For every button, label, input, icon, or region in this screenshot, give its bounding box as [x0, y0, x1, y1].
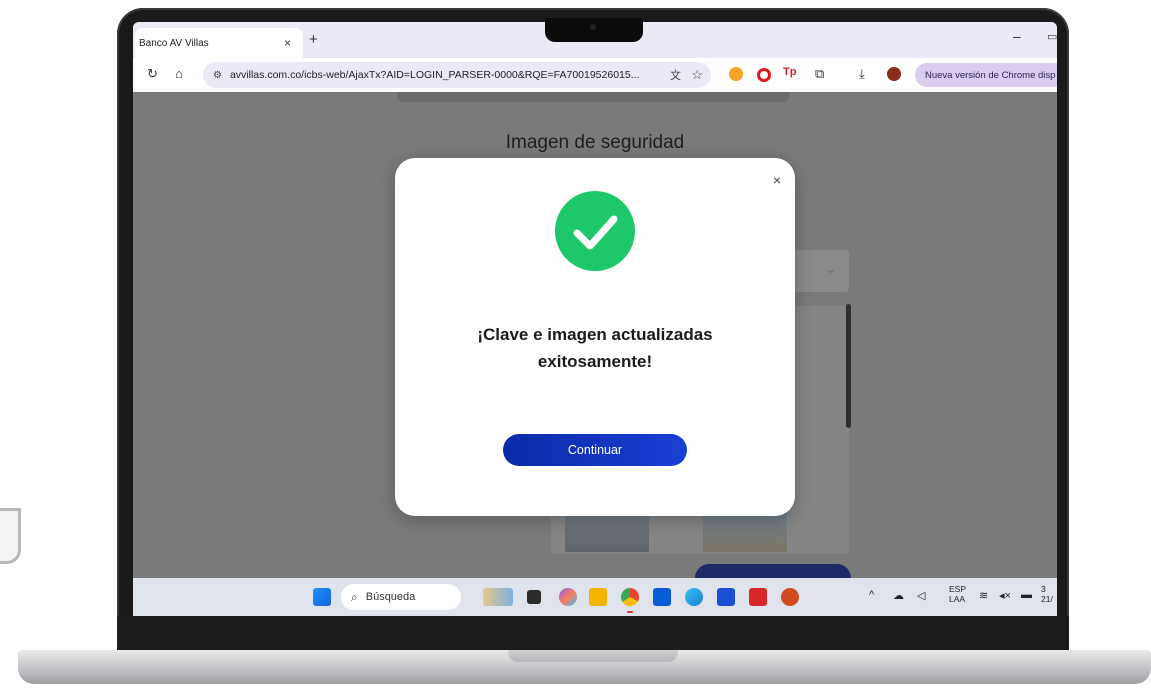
gallery-image-2	[703, 512, 787, 552]
copilot-icon[interactable]	[559, 588, 577, 606]
chevron-down-icon: ⌄	[825, 260, 837, 276]
pdf-icon[interactable]	[749, 588, 767, 606]
task-view-icon[interactable]	[527, 590, 541, 604]
browser-toolbar: ↻ ⌂ ⚙ avvillas.com.co/icbs-web/AjaxTx?AI…	[133, 58, 1057, 92]
clock-date: 21/	[1041, 594, 1053, 604]
gallery-image-1	[565, 514, 649, 552]
cloud-icon[interactable]: ☁	[893, 589, 904, 602]
language-indicator[interactable]: ESP LAA	[949, 584, 966, 604]
download-icon[interactable]: ⤓	[859, 66, 865, 82]
browser-tab[interactable]: Banco AV Villas ×	[135, 28, 303, 58]
powerpoint-icon[interactable]	[781, 588, 799, 606]
laptop-screen: Banco AV Villas × + – ▭ ↻ ⌂ ⚙ avvillas.c…	[133, 22, 1057, 616]
page-content: Imagen de seguridad ⌄ × ¡Clave e imagen …	[133, 92, 1057, 578]
bookmark-star-icon[interactable]: ☆	[691, 67, 703, 83]
home-icon[interactable]: ⌂	[175, 66, 183, 81]
extension-tp-icon[interactable]: Tp	[783, 66, 796, 78]
windows-taskbar: ⌕ Búsqueda ^ ☁ ◁ ESP LAA ≋ ◂× ▬ 3 21/	[133, 578, 1057, 616]
chrome-update-button[interactable]: Nueva versión de Chrome disp	[915, 63, 1057, 87]
laptop-edge-left	[0, 508, 21, 564]
clock[interactable]: 3 21/	[1041, 584, 1053, 604]
chevron-up-icon[interactable]: ^	[869, 589, 874, 601]
app-l-icon[interactable]	[717, 588, 735, 606]
window-minimize-button[interactable]: –	[1013, 28, 1021, 44]
page-top-banner	[397, 92, 789, 102]
clock-time: 3	[1041, 584, 1046, 594]
file-explorer-icon[interactable]	[589, 588, 607, 606]
success-modal: × ¡Clave e imagen actualizadas exitosame…	[395, 158, 795, 516]
extension-orange-icon[interactable]	[729, 67, 743, 81]
window-maximize-button[interactable]: ▭	[1047, 30, 1057, 43]
laptop-base-groove	[508, 650, 678, 662]
taskbar-search[interactable]: ⌕ Búsqueda	[341, 584, 461, 610]
store-icon[interactable]	[653, 588, 671, 606]
wifi-icon[interactable]: ≋	[979, 589, 988, 602]
new-tab-button[interactable]: +	[309, 31, 318, 48]
taskbar-search-label: Búsqueda	[365, 591, 416, 603]
opera-icon[interactable]	[757, 68, 771, 82]
extensions-puzzle-icon[interactable]: ⧉	[815, 66, 824, 82]
success-check-icon	[555, 191, 635, 271]
site-settings-icon[interactable]: ⚙	[213, 70, 222, 81]
tab-title: Banco AV Villas	[139, 37, 209, 49]
start-icon[interactable]	[313, 588, 331, 606]
background-dropdown	[793, 250, 849, 292]
background-button	[695, 564, 851, 578]
tab-close-icon[interactable]: ×	[284, 36, 291, 50]
search-icon: ⌕	[351, 589, 358, 604]
volume-icon[interactable]: ◂×	[999, 589, 1011, 602]
gallery-scrollbar	[846, 304, 851, 428]
language-code: ESP	[949, 584, 967, 594]
reload-icon[interactable]: ↻	[147, 66, 158, 82]
translate-icon[interactable]: 文	[670, 67, 681, 83]
modal-close-icon[interactable]: ×	[773, 172, 781, 188]
address-url[interactable]: avvillas.com.co/icbs-web/AjaxTx?AID=LOGI…	[230, 69, 650, 81]
edge-icon[interactable]	[685, 588, 703, 606]
page-heading: Imagen de seguridad	[505, 132, 685, 153]
address-bar[interactable]: ⚙ avvillas.com.co/icbs-web/AjaxTx?AID=LO…	[203, 62, 711, 88]
active-app-indicator	[627, 611, 633, 613]
screen-bezel-bottom	[117, 616, 1069, 652]
continue-button[interactable]: Continuar	[503, 434, 687, 466]
chrome-icon[interactable]	[621, 588, 639, 606]
camera-icon	[590, 24, 596, 30]
success-message: ¡Clave e imagen actualizadas exitosament…	[477, 325, 713, 372]
location-icon[interactable]: ◁	[917, 589, 925, 602]
language-layout: LAA	[949, 594, 966, 604]
camera-notch	[545, 18, 643, 42]
profile-avatar[interactable]	[887, 67, 901, 81]
widgets-icon[interactable]	[483, 588, 513, 606]
battery-icon[interactable]: ▬	[1021, 589, 1032, 601]
